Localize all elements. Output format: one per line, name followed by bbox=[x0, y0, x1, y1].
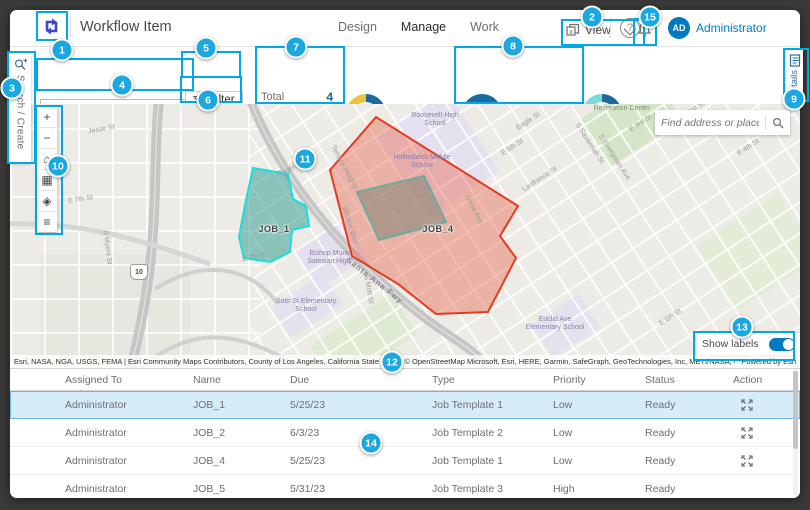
zoom-to-icon[interactable] bbox=[733, 427, 800, 439]
column-header-due[interactable]: Due bbox=[290, 374, 432, 386]
table-cell: Administrator bbox=[65, 455, 193, 467]
column-header-action[interactable]: Action bbox=[733, 374, 800, 386]
map-label: Roosevelt High School bbox=[400, 112, 470, 128]
zoom-out-icon[interactable]: − bbox=[37, 128, 57, 149]
scrollbar-thumb[interactable] bbox=[793, 371, 798, 449]
zoom-to-icon[interactable] bbox=[733, 455, 800, 467]
callout-badge-3: 3 bbox=[1, 77, 24, 100]
table-body: AdministratorJOB_15/25/23Job Template 1L… bbox=[10, 391, 800, 498]
column-header-type[interactable]: Type bbox=[432, 374, 553, 386]
table-cell: JOB_2 bbox=[193, 427, 290, 439]
table-cell: Ready bbox=[645, 455, 733, 467]
table-cell: High bbox=[553, 483, 645, 495]
column-header-priority[interactable]: Priority bbox=[553, 374, 645, 386]
map-label: Soto St Elementary School bbox=[270, 298, 342, 314]
tab-design[interactable]: Design bbox=[338, 20, 377, 34]
zoom-in-icon[interactable]: + bbox=[37, 107, 57, 128]
callout-badge-10: 10 bbox=[47, 155, 70, 178]
column-header-status[interactable]: Status bbox=[645, 374, 733, 386]
app-window: Workflow Item DesignManageWork View ? bbox=[10, 10, 800, 498]
map-label: Hollenbeck Middle School bbox=[386, 154, 458, 170]
table-scrollbar[interactable] bbox=[793, 369, 798, 497]
table-cell: Low bbox=[553, 427, 645, 439]
powered-by-esri: Powered by Esri bbox=[741, 357, 796, 366]
table-cell: Administrator bbox=[65, 427, 193, 439]
table-row-job_2[interactable]: AdministratorJOB_26/3/23Job Template 2Lo… bbox=[10, 419, 800, 447]
table-row-job_4[interactable]: AdministratorJOB_45/25/23Job Template 1L… bbox=[10, 447, 800, 475]
map-freeways bbox=[10, 104, 800, 368]
show-labels-toggle[interactable] bbox=[769, 338, 795, 351]
table-cell: Job Template 2 bbox=[432, 427, 553, 439]
header-divider bbox=[70, 17, 71, 37]
map-search-box[interactable] bbox=[655, 110, 790, 135]
interstate-shield: 10 bbox=[130, 264, 148, 280]
table-cell: Ready bbox=[645, 427, 733, 439]
table-cell: JOB_4 bbox=[193, 455, 290, 467]
details-report-icon bbox=[789, 54, 801, 67]
callout-badge-4: 4 bbox=[111, 74, 134, 97]
table-cell: JOB_5 bbox=[193, 483, 290, 495]
table-header-row: Assigned ToNameDueTypePriorityStatusActi… bbox=[10, 368, 800, 391]
layers-icon[interactable]: ◈ bbox=[37, 191, 57, 212]
callout-badge-12: 12 bbox=[381, 351, 404, 374]
table-cell: Job Template 1 bbox=[432, 399, 553, 411]
callout-badge-14: 14 bbox=[360, 432, 383, 455]
table-cell: 5/25/23 bbox=[290, 455, 432, 467]
header-separator bbox=[610, 18, 611, 38]
tab-manage[interactable]: Manage bbox=[401, 20, 446, 34]
stat-label: Total bbox=[261, 91, 284, 103]
tab-work[interactable]: Work bbox=[470, 20, 499, 34]
workflow-logo-icon[interactable] bbox=[39, 14, 63, 38]
callout-badge-11: 11 bbox=[294, 148, 317, 171]
callout-badge-2: 2 bbox=[581, 6, 604, 29]
table-cell: Administrator bbox=[65, 483, 193, 495]
callout-badge-1: 1 bbox=[51, 39, 74, 62]
column-header-assigned-to[interactable]: Assigned To bbox=[65, 374, 193, 386]
app-header: Workflow Item DesignManageWork View ? bbox=[10, 10, 800, 47]
header-tabs: Design Manage Work bbox=[338, 20, 499, 34]
map-polygon-job4 bbox=[330, 117, 518, 314]
table-row-job_5[interactable]: AdministratorJOB_55/31/23Job Template 3H… bbox=[10, 475, 800, 498]
callout-badge-9: 9 bbox=[783, 88, 806, 111]
search-plus-icon bbox=[14, 58, 27, 71]
attribution-text: Esri, NASA, NGA, USGS, FEMA | Esri Commu… bbox=[14, 357, 735, 366]
page-title: Workflow Item bbox=[80, 19, 172, 35]
map-view[interactable]: Jesse StE 7th StS Myers StRogers AveTerr… bbox=[10, 104, 800, 368]
table-cell: Low bbox=[553, 455, 645, 467]
table-cell: Ready bbox=[645, 483, 733, 495]
stat-value: 4 bbox=[326, 90, 333, 104]
search-input[interactable] bbox=[655, 117, 765, 129]
jobs-table: Assigned ToNameDueTypePriorityStatusActi… bbox=[10, 368, 800, 498]
job-polygon-label: JOB_1 bbox=[258, 224, 289, 234]
callout-badge-7: 7 bbox=[285, 36, 308, 59]
legend-icon[interactable]: ≡ bbox=[37, 212, 57, 232]
callout-badge-6: 6 bbox=[197, 89, 220, 112]
table-cell: Job Template 1 bbox=[432, 455, 553, 467]
callout-badge-15: 15 bbox=[639, 6, 662, 29]
map-attribution: Esri, NASA, NGA, USGS, FEMA | Esri Commu… bbox=[10, 355, 800, 368]
table-cell: Ready bbox=[645, 399, 733, 411]
stat-total: Total 4 bbox=[261, 88, 333, 105]
username-label[interactable]: Administrator bbox=[696, 21, 767, 35]
map-label: Euclid Ave Elementary School bbox=[522, 316, 588, 332]
table-cell: Administrator bbox=[65, 399, 193, 411]
table-cell: JOB_1 bbox=[193, 399, 290, 411]
callout-badge-8: 8 bbox=[502, 35, 525, 58]
column-header-name[interactable]: Name bbox=[193, 374, 290, 386]
show-labels-label: Show labels bbox=[702, 338, 759, 350]
callout-badge-5: 5 bbox=[195, 37, 218, 60]
table-cell: Job Template 3 bbox=[432, 483, 553, 495]
table-cell: 5/25/23 bbox=[290, 399, 432, 411]
zoom-to-icon[interactable] bbox=[733, 399, 800, 411]
table-row-job_1[interactable]: AdministratorJOB_15/25/23Job Template 1L… bbox=[10, 391, 800, 419]
table-cell: Low bbox=[553, 399, 645, 411]
callout-badge-13: 13 bbox=[731, 316, 754, 339]
avatar[interactable]: AD bbox=[668, 17, 690, 39]
views-icon bbox=[566, 23, 580, 37]
map-label: Recreation Center bbox=[590, 105, 654, 113]
job-polygon-label: JOB_4 bbox=[422, 224, 453, 234]
table-cell: 5/31/23 bbox=[290, 483, 432, 495]
search-icon[interactable] bbox=[766, 117, 790, 129]
